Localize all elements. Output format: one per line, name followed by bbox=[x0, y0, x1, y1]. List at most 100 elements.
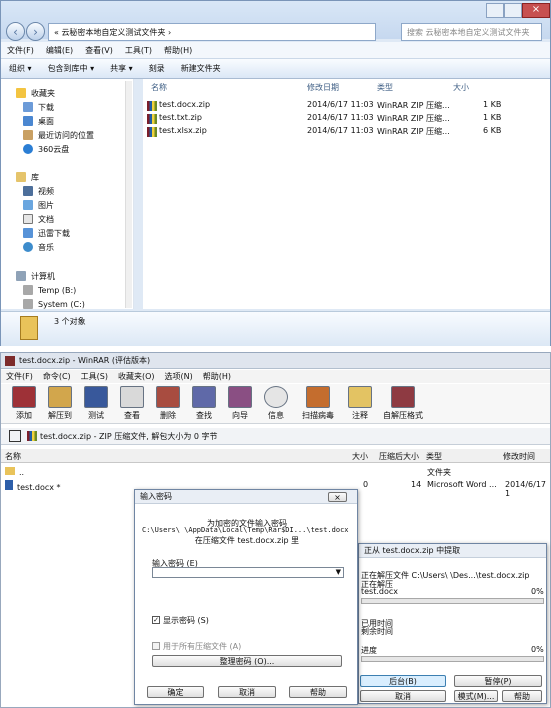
extract-title: 正从 test.docx.zip 中提取 bbox=[364, 546, 461, 555]
ok-button[interactable]: 确定 bbox=[147, 686, 204, 698]
winrar-menu-tools[interactable]: 工具(S) bbox=[76, 371, 113, 382]
nav-temp-drive[interactable]: Temp (B:) bbox=[23, 284, 76, 296]
nav-360-cloud[interactable]: 360云盘 bbox=[23, 143, 69, 155]
button-label: 整理密码 (O)... bbox=[219, 656, 275, 666]
column-date[interactable]: 修改日期 bbox=[307, 82, 339, 96]
password-help-button[interactable]: 帮助 bbox=[289, 686, 347, 698]
archive-column-header: 名称 大小 压缩后大小 类型 修改时间 bbox=[1, 449, 550, 463]
winrar-menu-command[interactable]: 命令(C) bbox=[38, 371, 76, 382]
menu-file[interactable]: 文件(F) bbox=[1, 45, 40, 56]
button-label: 取消 bbox=[239, 687, 255, 697]
column-name[interactable]: 名称 bbox=[151, 82, 167, 96]
overall-progress-bar bbox=[361, 656, 544, 662]
up-folder-icon[interactable] bbox=[9, 430, 21, 442]
navigation-scrollbar[interactable] bbox=[125, 81, 132, 308]
file-row[interactable]: test.docx.zip 2014/6/17 11:03 WinRAR ZIP 压… bbox=[143, 99, 550, 112]
sfx-button[interactable]: 自解压格式 bbox=[379, 386, 427, 422]
winrar-menu-favorites[interactable]: 收藏夹(O) bbox=[113, 371, 160, 382]
menu-tools[interactable]: 工具(T) bbox=[119, 45, 158, 56]
archive-item-name: test.docx * bbox=[17, 483, 61, 492]
share-button[interactable]: 共享 ▾ bbox=[102, 63, 141, 74]
nav-music[interactable]: 音乐 bbox=[23, 241, 54, 253]
comment-button[interactable]: 注释 bbox=[343, 386, 377, 422]
nav-downloads[interactable]: 下载 bbox=[23, 101, 54, 113]
document-icon bbox=[23, 214, 33, 224]
nav-libraries[interactable]: 库 bbox=[16, 171, 39, 183]
info-button[interactable]: 信息 bbox=[259, 386, 293, 422]
nav-documents[interactable]: 文档 bbox=[23, 213, 54, 225]
zip-icon bbox=[147, 101, 157, 111]
nav-label: 图片 bbox=[38, 200, 54, 210]
organize-button[interactable]: 组织 ▾ bbox=[1, 63, 40, 74]
burn-button[interactable]: 刻录 bbox=[141, 63, 173, 74]
address-text: « 云秘密本地自定义测试文件夹 › bbox=[54, 27, 172, 37]
search-input[interactable]: 搜索 云秘密本地自定义测试文件夹 bbox=[401, 23, 542, 41]
winrar-menu-options[interactable]: 选项(N) bbox=[160, 371, 198, 382]
column-name[interactable]: 名称 bbox=[5, 451, 21, 462]
column-modified[interactable]: 修改时间 bbox=[503, 451, 535, 462]
wizard-button[interactable]: 向导 bbox=[223, 386, 257, 422]
nav-videos[interactable]: 视频 bbox=[23, 185, 54, 197]
scan-icon bbox=[306, 386, 330, 408]
test-button[interactable]: 测试 bbox=[79, 386, 113, 422]
password-input[interactable]: ▼ bbox=[152, 567, 344, 578]
column-size[interactable]: 大小 bbox=[352, 451, 368, 462]
nav-label: 音乐 bbox=[38, 242, 54, 252]
menu-edit[interactable]: 编辑(E) bbox=[40, 45, 79, 56]
menu-help[interactable]: 帮助(H) bbox=[158, 45, 198, 56]
file-row[interactable]: test.txt.zip 2014/6/17 11:03 WinRAR ZIP 压缩… bbox=[143, 112, 550, 125]
nav-desktop[interactable]: 桌面 bbox=[23, 115, 54, 127]
add-button[interactable]: 添加 bbox=[7, 386, 41, 422]
view-button[interactable]: 查看 bbox=[115, 386, 149, 422]
password-close-icon[interactable]: × bbox=[328, 492, 347, 502]
virus-scan-button[interactable]: 扫描病毒 bbox=[301, 386, 335, 422]
column-type[interactable]: 类型 bbox=[377, 82, 393, 96]
minimize-icon[interactable] bbox=[486, 3, 504, 18]
nav-favorites[interactable]: 收藏夹 bbox=[16, 87, 55, 99]
status-count: 3 个对象 bbox=[54, 317, 86, 326]
background-button[interactable]: 后台(B) bbox=[360, 675, 446, 687]
forward-button[interactable]: › bbox=[26, 22, 45, 41]
parent-folder-row[interactable]: .. bbox=[5, 467, 24, 477]
menu-view[interactable]: 查看(V) bbox=[79, 45, 119, 56]
pause-button[interactable]: 暂停(P) bbox=[454, 675, 542, 687]
include-library-button[interactable]: 包含到库中 ▾ bbox=[40, 63, 103, 74]
archive-item-type: 文件夹 bbox=[427, 468, 451, 477]
nav-system-drive[interactable]: System (C:) bbox=[23, 298, 85, 310]
file-row[interactable]: test.xlsx.zip 2014/6/17 11:03 WinRAR ZIP 压… bbox=[143, 125, 550, 138]
organize-passwords-button[interactable]: 整理密码 (O)... bbox=[152, 655, 342, 667]
show-password-label: 显示密码 (S) bbox=[163, 616, 209, 625]
password-cancel-button[interactable]: 取消 bbox=[218, 686, 276, 698]
tool-label: 向导 bbox=[232, 411, 248, 420]
find-button[interactable]: 查找 bbox=[187, 386, 221, 422]
winrar-menu-help[interactable]: 帮助(H) bbox=[198, 371, 236, 382]
close-icon[interactable]: × bbox=[522, 3, 550, 18]
column-type[interactable]: 类型 bbox=[426, 451, 442, 462]
zip-icon bbox=[27, 431, 37, 441]
winrar-menu-file[interactable]: 文件(F) bbox=[1, 371, 38, 382]
extract-cancel-button[interactable]: 取消 bbox=[360, 690, 446, 702]
computer-icon bbox=[16, 271, 26, 281]
extract-help-button[interactable]: 帮助 bbox=[502, 690, 542, 702]
file-type: WinRAR ZIP 压缩... bbox=[377, 127, 450, 136]
column-size[interactable]: 大小 bbox=[453, 82, 469, 96]
new-folder-button[interactable]: 新建文件夹 bbox=[173, 63, 229, 74]
nav-thunder-downloads[interactable]: 迅雷下载 bbox=[23, 227, 70, 239]
column-packed[interactable]: 压缩后大小 bbox=[379, 451, 419, 462]
mode-button[interactable]: 模式(M)... bbox=[454, 690, 498, 702]
winrar-toolbar: 添加 解压到 测试 查看 删除 查找 向导 信息 扫描病毒 注释 自解压格式 bbox=[1, 384, 550, 424]
delete-button[interactable]: 删除 bbox=[151, 386, 185, 422]
nav-computer[interactable]: 计算机 bbox=[16, 270, 55, 282]
winrar-logo-icon bbox=[5, 355, 15, 366]
use-all-archives-checkbox[interactable] bbox=[152, 642, 160, 650]
extract-to-button[interactable]: 解压到 bbox=[43, 386, 77, 422]
show-password-checkbox[interactable]: ✓ bbox=[152, 616, 160, 624]
password-dialog: 输入密码 × 为加密的文件输入密码 C:\Users\ \AppData\Loca… bbox=[134, 489, 358, 705]
address-bar[interactable]: « 云秘密本地自定义测试文件夹 › bbox=[48, 23, 376, 41]
back-button[interactable]: ‹ bbox=[6, 22, 25, 41]
file-size: 1 KB bbox=[483, 113, 502, 122]
nav-pictures[interactable]: 图片 bbox=[23, 199, 54, 211]
archive-file-row[interactable]: test.docx * bbox=[5, 480, 61, 492]
nav-recent[interactable]: 最近访问的位置 bbox=[23, 129, 94, 141]
maximize-icon[interactable] bbox=[504, 3, 522, 18]
